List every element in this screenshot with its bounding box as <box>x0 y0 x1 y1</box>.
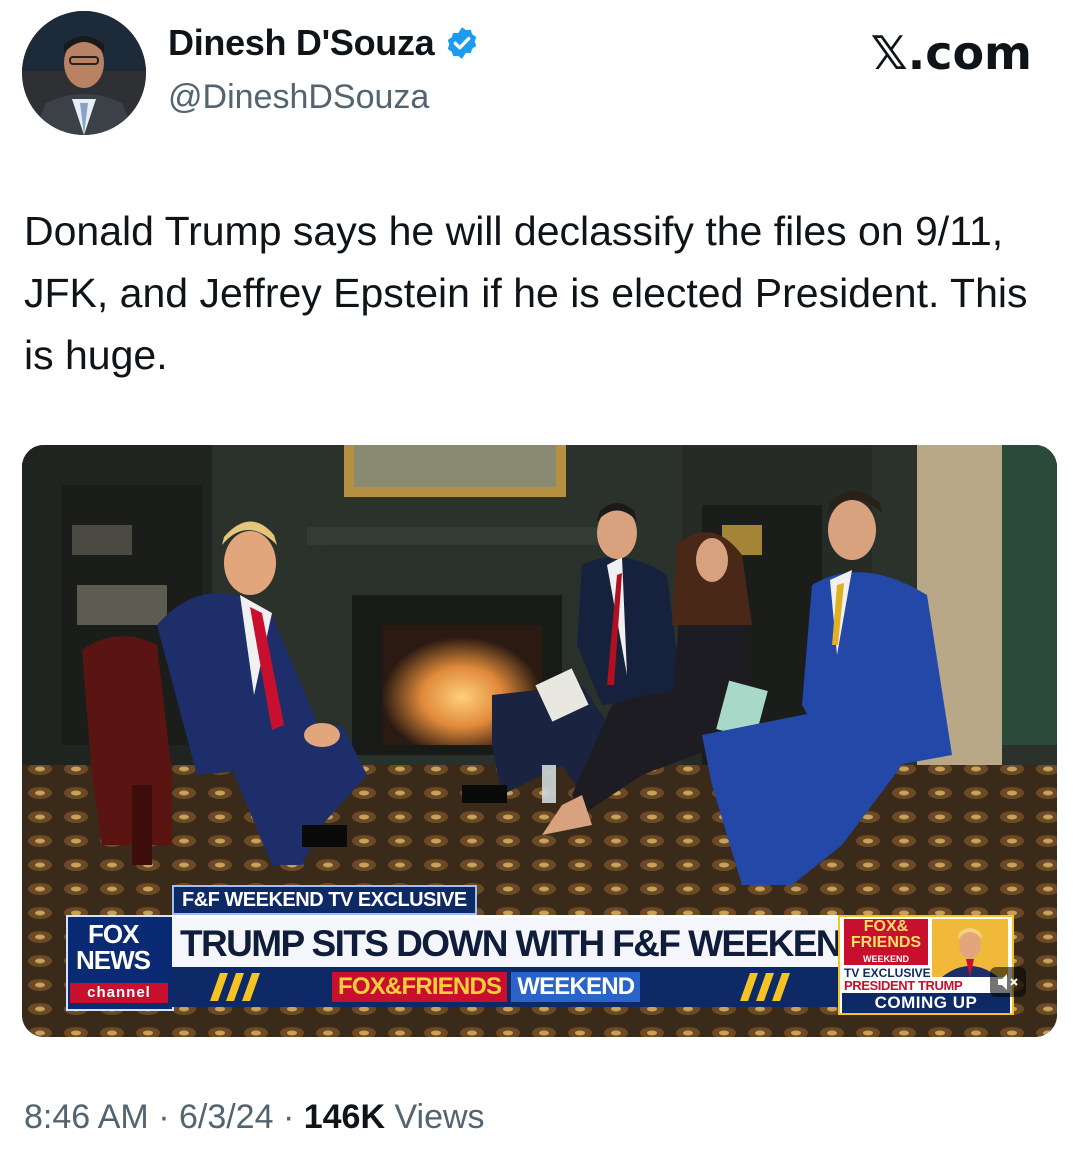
video-frame <box>22 445 1057 1037</box>
source-label: 𝕏.com <box>871 26 1032 80</box>
author-avatar[interactable] <box>22 11 146 135</box>
speaker-muted-icon[interactable] <box>990 967 1026 997</box>
tweet-meta: 8:46 AM · 6/3/24 · 146K Views <box>24 1098 485 1137</box>
author-name[interactable]: Dinesh D'Souza <box>168 22 435 64</box>
tweet-date[interactable]: 6/3/24 <box>179 1098 274 1136</box>
tweet-time[interactable]: 8:46 AM <box>24 1098 149 1136</box>
source-text: 𝕏.com <box>870 26 1032 80</box>
tweet-text: Donald Trump says he will declassify the… <box>24 208 1028 378</box>
author-handle[interactable]: @DineshDSouza <box>168 78 429 117</box>
views-label: Views <box>385 1098 485 1136</box>
meta-separator: · <box>273 1098 304 1136</box>
tweet-media[interactable]: F&F WEEKEND TV EXCLUSIVE FOX NEWS channe… <box>22 445 1057 1037</box>
author-name-row[interactable]: Dinesh D'Souza <box>168 22 480 64</box>
views-count: 146K <box>303 1098 385 1136</box>
avatar-photo <box>22 11 146 135</box>
mute-glyph-icon <box>998 974 1018 990</box>
meta-separator: · <box>148 1098 179 1136</box>
verified-badge-icon <box>448 27 477 59</box>
